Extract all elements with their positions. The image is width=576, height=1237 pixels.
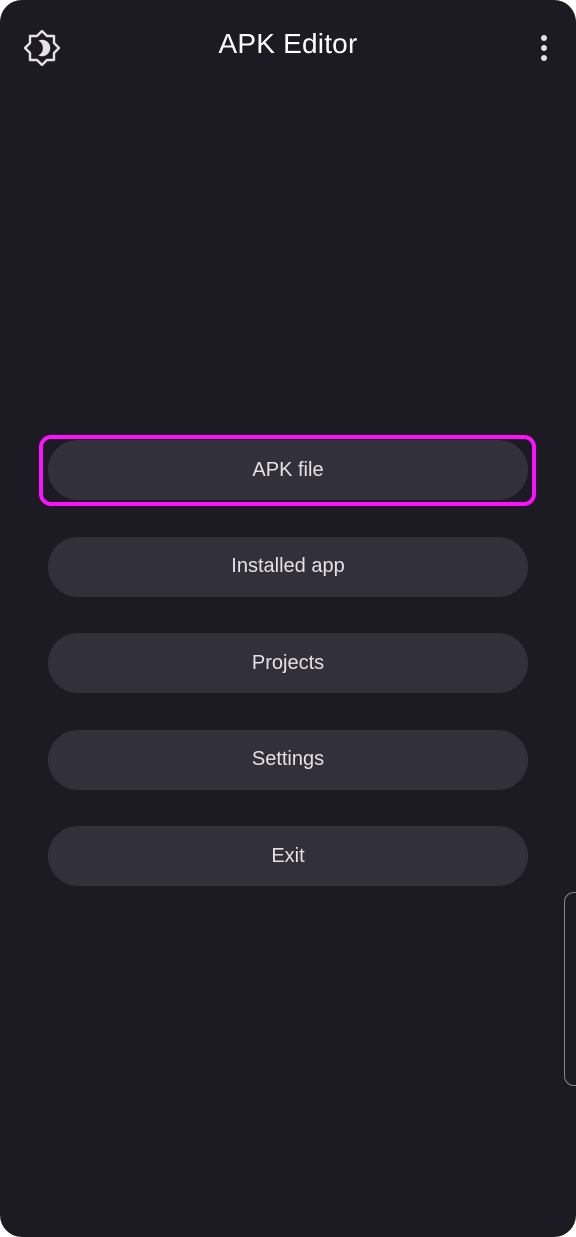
more-vert-icon bbox=[541, 35, 547, 61]
installed-app-button[interactable]: Installed app bbox=[48, 536, 528, 597]
settings-button[interactable]: Settings bbox=[48, 729, 528, 790]
app-title: APK Editor bbox=[218, 28, 358, 59]
projects-button[interactable]: Projects bbox=[48, 633, 528, 693]
apk-file-button[interactable]: APK file bbox=[48, 440, 528, 500]
top-app-bar: APK Editor bbox=[0, 0, 576, 96]
exit-button[interactable]: Exit bbox=[48, 826, 528, 886]
edge-panel-handle[interactable] bbox=[564, 892, 576, 1086]
overflow-menu-button[interactable] bbox=[526, 24, 562, 72]
app-screen: APK Editor APK file Installed app Projec… bbox=[0, 0, 576, 1237]
main-menu: APK file Installed app Projects Settings… bbox=[48, 440, 528, 923]
